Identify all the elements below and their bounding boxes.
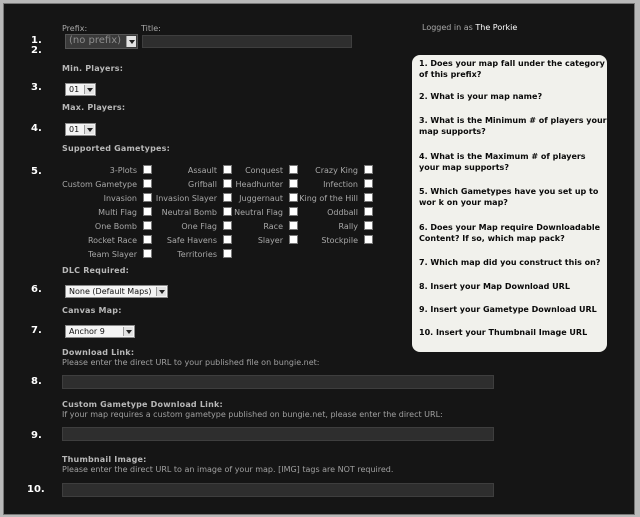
- gametype-checkbox[interactable]: [289, 207, 298, 216]
- row-number: 7.: [31, 325, 42, 336]
- gametype-checkbox[interactable]: [143, 249, 152, 258]
- gametype-checkbox[interactable]: [223, 165, 232, 174]
- gametype-label: Slayer: [257, 236, 283, 245]
- gametype-checkbox[interactable]: [143, 179, 152, 188]
- gametype-checkbox[interactable]: [289, 193, 298, 202]
- gametype-label: Race: [263, 222, 283, 231]
- gametype-checkbox[interactable]: [364, 207, 373, 216]
- gametype-checkbox[interactable]: [223, 179, 232, 188]
- thumbnail-label: Thumbnail Image:: [62, 455, 147, 464]
- instruction-item: 8. Insert your Map Download URL: [419, 282, 570, 291]
- gametype-checkbox[interactable]: [289, 235, 298, 244]
- gametype-checkbox[interactable]: [223, 249, 232, 258]
- instructions-panel: 1. Does your map fall under the category…: [412, 55, 607, 352]
- dlc-select-value: None (Default Maps): [69, 287, 152, 296]
- gametype-label: Rocket Race: [87, 236, 137, 245]
- gametype-label: 3-Plots: [109, 166, 137, 175]
- download-link-label: Download Link:: [62, 348, 135, 357]
- gametype-label: Juggernaut: [239, 194, 283, 203]
- gametype-label: King of the Hill: [299, 194, 358, 203]
- gametype-checkbox[interactable]: [143, 193, 152, 202]
- gametype-label: Neutral Bomb: [161, 208, 217, 217]
- gametype-label: Territories: [177, 250, 217, 259]
- gametype-checkbox[interactable]: [364, 179, 373, 188]
- instruction-item: 4. What is the Maximum # of players your…: [419, 152, 586, 172]
- chevron-down-icon: [156, 287, 166, 296]
- gametype-label: Grifball: [188, 180, 217, 189]
- instruction-item: 1. Does your map fall under the category…: [419, 59, 605, 79]
- row-number: 8.: [31, 376, 42, 387]
- canvas-map-label: Canvas Map:: [62, 306, 122, 315]
- gametype-label: Safe Havens: [166, 236, 217, 245]
- gametype-label: Custom Gametype: [62, 180, 137, 189]
- dlc-label: DLC Required:: [62, 266, 130, 275]
- custom-gametype-help: If your map requires a custom gametype p…: [62, 410, 443, 419]
- gametype-label: Multi Flag: [98, 208, 137, 217]
- gametype-checkbox[interactable]: [223, 221, 232, 230]
- gametype-label: Rally: [338, 222, 358, 231]
- instruction-item: 10. Insert your Thumbnail Image URL: [419, 328, 588, 337]
- gametype-label: Invasion Slayer: [155, 194, 217, 203]
- gametype-checkbox[interactable]: [143, 207, 152, 216]
- gametype-checkbox[interactable]: [289, 179, 298, 188]
- row-number: 6.: [31, 284, 42, 295]
- gametype-checkbox[interactable]: [143, 165, 152, 174]
- instruction-item: 2. What is your map name?: [419, 92, 543, 101]
- instruction-item: 6. Does your Map require Downloadable Co…: [419, 223, 601, 243]
- custom-gametype-label: Custom Gametype Download Link:: [62, 400, 223, 409]
- gametype-label: Invasion: [103, 194, 137, 203]
- gametype-label: Neutral Flag: [234, 208, 283, 217]
- thumbnail-help: Please enter the direct URL to an image …: [62, 465, 394, 474]
- form-frame: Prefix: Title: Logged in as The Porkie 1…: [3, 3, 635, 515]
- instruction-item: 9. Insert your Gametype Download URL: [419, 305, 597, 314]
- gametype-checkbox[interactable]: [364, 165, 373, 174]
- instruction-item: 5. Which Gametypes have you set up to wo…: [419, 187, 599, 207]
- chevron-down-icon: [123, 327, 133, 336]
- download-link-input[interactable]: [62, 375, 494, 389]
- gametype-label: Assault: [187, 166, 217, 175]
- gametype-label: Crazy King: [315, 166, 358, 175]
- gametype-checkbox[interactable]: [143, 235, 152, 244]
- gametype-label: Infection: [323, 180, 358, 189]
- row-number: 10.: [27, 484, 45, 495]
- gametype-label: Conquest: [245, 166, 283, 175]
- gametype-label: One Flag: [181, 222, 217, 231]
- instruction-item: 3. What is the Minimum # of players your…: [419, 116, 607, 136]
- custom-gametype-input[interactable]: [62, 427, 494, 441]
- gametype-label: Team Slayer: [88, 250, 137, 259]
- gametype-label: Headhunter: [235, 180, 283, 189]
- canvas-map-value: Anchor 9: [69, 327, 105, 336]
- gametype-checkbox[interactable]: [223, 207, 232, 216]
- gametype-checkbox[interactable]: [289, 221, 298, 230]
- gametype-checkbox[interactable]: [143, 221, 152, 230]
- download-link-help: Please enter the direct URL to your publ…: [62, 358, 320, 367]
- dlc-select[interactable]: None (Default Maps): [65, 285, 168, 298]
- gametype-checkbox[interactable]: [223, 235, 232, 244]
- gametype-checkbox[interactable]: [364, 235, 373, 244]
- row-number: 9.: [31, 430, 42, 441]
- gametype-label: Oddball: [327, 208, 358, 217]
- gametype-checkbox[interactable]: [223, 193, 232, 202]
- canvas-map-select[interactable]: Anchor 9: [65, 325, 135, 338]
- gametype-checkbox[interactable]: [364, 193, 373, 202]
- instruction-item: 7. Which map did you construct this on?: [419, 258, 601, 267]
- gametype-label: One Bomb: [94, 222, 137, 231]
- gametype-checkbox[interactable]: [364, 221, 373, 230]
- gametype-label: Stockpile: [321, 236, 358, 245]
- thumbnail-input[interactable]: [62, 483, 494, 497]
- gametype-checkbox[interactable]: [289, 165, 298, 174]
